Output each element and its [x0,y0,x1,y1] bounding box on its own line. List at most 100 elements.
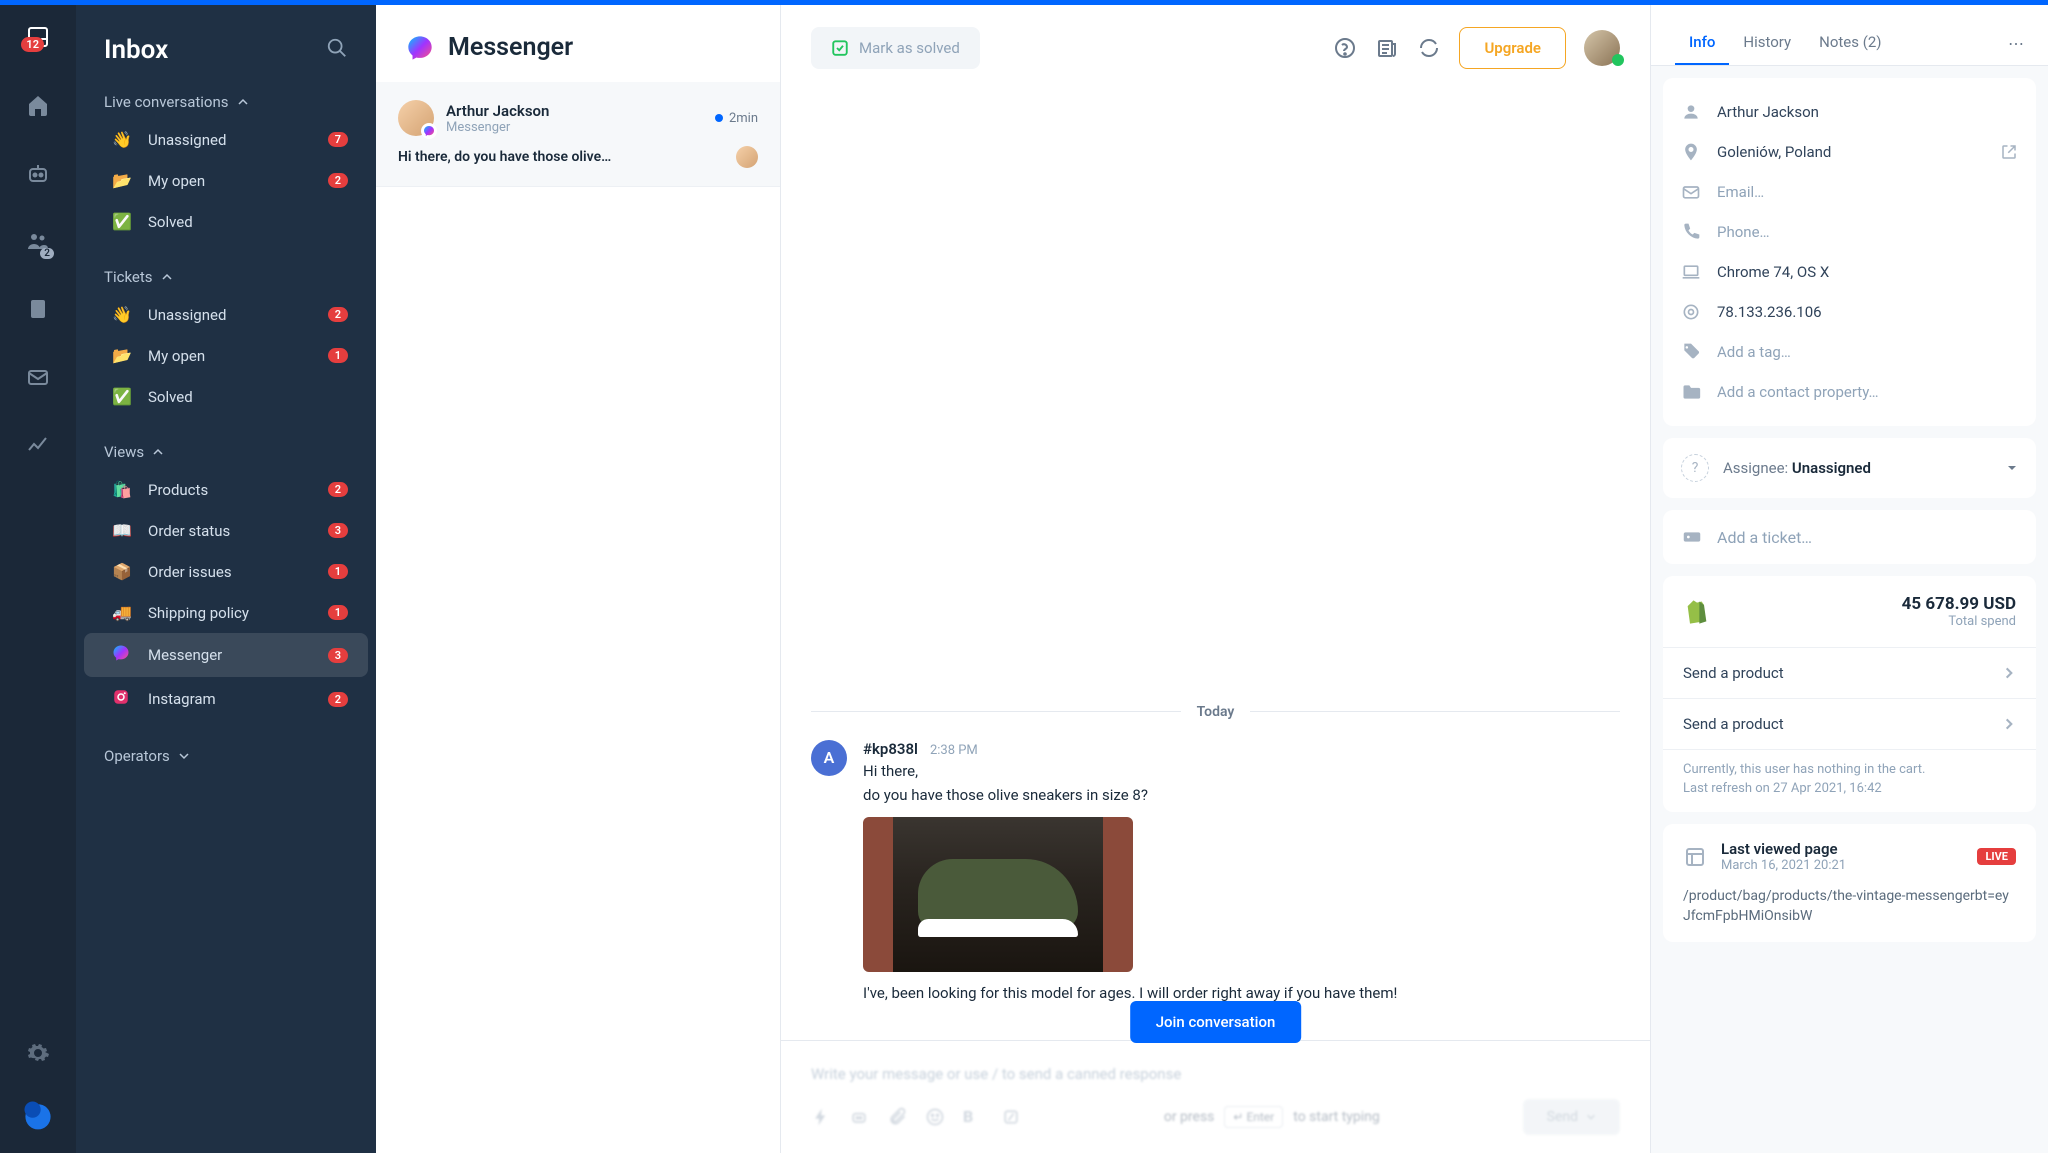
sidebar-item-orderissues[interactable]: 📦Order issues1 [84,551,368,592]
message-id: #kp838l [863,740,918,758]
chat-column: Mark as solved Upgrade Today A #kp838l 2… [781,5,1650,1153]
message-image[interactable] [863,817,1133,972]
section-label: Views [104,443,144,461]
email-input-row[interactable]: Email… [1681,172,2018,212]
tab-notes[interactable]: Notes (2) [1805,21,1895,65]
sidebar-item-label: Solved [148,213,348,231]
upgrade-button[interactable]: Upgrade [1459,27,1566,69]
emoji-icon[interactable] [925,1107,945,1127]
page-icon [1683,845,1707,869]
join-conversation-button[interactable]: Join conversation [1130,1001,1302,1043]
people-rail-icon[interactable]: 2 [24,227,52,255]
phone-input-row[interactable]: Phone… [1681,212,2018,252]
enter-key-label: ↵ Enter [1224,1106,1283,1128]
property-placeholder: Add a contact property… [1717,383,2018,401]
main-layout: 12 2 Inbox Live conversations 👋Unassigne… [0,5,2048,1153]
email-icon [1681,182,1701,202]
sidebar-item-label: Instagram [148,690,328,708]
refresh-icon[interactable] [1417,36,1441,60]
chevron-up-icon [152,446,164,458]
settings-rail-icon[interactable] [24,1039,52,1067]
news-icon[interactable] [1375,36,1399,60]
book-icon: 📖 [112,521,136,540]
icon-rail: 12 2 [0,5,76,1153]
unread-dot [715,114,723,122]
conversations-column: Messenger Arthur Jackson Messenger 2min … [376,5,781,1153]
mail-rail-icon[interactable] [24,363,52,391]
message-avatar: A [811,740,847,776]
lastview-title: Last viewed page [1721,840,1846,858]
current-user-avatar[interactable] [1584,30,1620,66]
section-operators[interactable]: Operators [76,739,376,773]
section-live-conversations[interactable]: Live conversations [76,85,376,119]
bot-rail-icon[interactable] [24,159,52,187]
cart-note: Currently, this user has nothing in the … [1663,749,2036,812]
attach-icon[interactable] [887,1107,907,1127]
section-label: Operators [104,747,170,765]
count-badge: 7 [328,132,348,147]
analytics-rail-icon[interactable] [24,431,52,459]
tab-info[interactable]: Info [1675,21,1729,65]
add-tag-row[interactable]: Add a tag… [1681,332,2018,372]
bold-icon[interactable]: B [963,1107,983,1127]
add-property-row[interactable]: Add a contact property… [1681,372,2018,412]
search-icon[interactable] [326,37,348,63]
add-ticket-card[interactable]: Add a ticket… [1663,510,2036,564]
inbox-rail-icon[interactable]: 12 [24,23,52,51]
folder-icon: 📂 [112,171,136,190]
external-link-icon[interactable] [2000,143,2018,161]
sidebar-item-tickets-unassigned[interactable]: 👋Unassigned2 [84,294,368,335]
mark-solved-button[interactable]: Mark as solved [811,27,980,69]
sidebar-item-instagram[interactable]: Instagram2 [84,677,368,721]
lastview-url[interactable]: /product/bag/products/the-vintage-messen… [1683,887,2016,926]
sidebar-item-unassigned[interactable]: 👋Unassigned7 [84,119,368,160]
bolt-icon[interactable] [811,1107,831,1127]
contact-info-card: Arthur Jackson Goleniów, Poland Email… P… [1663,78,2036,426]
section-views[interactable]: Views [76,435,376,469]
sidebar-item-shipping[interactable]: 🚚Shipping policy1 [84,592,368,633]
messenger-icon [112,644,136,666]
count-badge: 2 [328,692,348,707]
slash-icon[interactable] [1001,1107,1021,1127]
chevron-down-icon [1586,1112,1596,1122]
contacts-rail-icon[interactable] [24,295,52,323]
messenger-icon [406,34,434,62]
count-badge: 1 [328,348,348,363]
tabs-more-icon[interactable]: ⋯ [2008,34,2024,53]
conversation-item[interactable]: Arthur Jackson Messenger 2min Hi there, … [376,82,780,187]
sidebar-item-tickets-myopen[interactable]: 📂My open1 [84,335,368,376]
message-text: do you have those olive sneakers in size… [863,784,1620,807]
sidebar-item-label: Products [148,481,328,499]
browser-info: Chrome 74, OS X [1717,263,2018,281]
online-status-dot [1612,54,1624,66]
bot-reply-icon[interactable] [849,1107,869,1127]
people-badge: 2 [40,248,54,259]
email-placeholder: Email… [1717,183,2018,201]
chevron-down-icon [178,750,190,762]
section-tickets[interactable]: Tickets [76,260,376,294]
help-icon[interactable] [1333,36,1357,60]
to-start-label: to start typing [1293,1109,1380,1125]
send-product-1[interactable]: Send a product [1663,647,2036,698]
tab-history[interactable]: History [1729,21,1805,65]
sidebar-item-myopen[interactable]: 📂My open2 [84,160,368,201]
sidebar-item-label: Messenger [148,646,328,664]
sidebar-item-orderstatus[interactable]: 📖Order status3 [84,510,368,551]
wave-icon: 👋 [112,130,136,149]
message-time: 2:38 PM [930,743,978,758]
send-button[interactable]: Send [1523,1099,1620,1135]
contact-avatar [398,100,434,136]
sidebar-item-messenger[interactable]: Messenger3 [84,633,368,677]
chat-input[interactable]: Write your message or use / to send a ca… [811,1059,1620,1099]
send-product-2[interactable]: Send a product [1663,698,2036,749]
assignee-card[interactable]: ? Assignee: Unassigned [1663,438,2036,498]
details-column: Info History Notes (2) ⋯ Arthur Jackson … [1650,5,2048,1153]
conversation-time: 2min [715,111,758,126]
total-spend: 45 678.99 USD [1902,594,2016,614]
tag-placeholder: Add a tag… [1717,343,2018,361]
sidebar-item-products[interactable]: 🛍️Products2 [84,469,368,510]
live-badge: LIVE [1977,848,2016,865]
home-rail-icon[interactable] [24,91,52,119]
sidebar-item-tickets-solved[interactable]: ✅Solved [84,376,368,417]
sidebar-item-solved[interactable]: ✅Solved [84,201,368,242]
